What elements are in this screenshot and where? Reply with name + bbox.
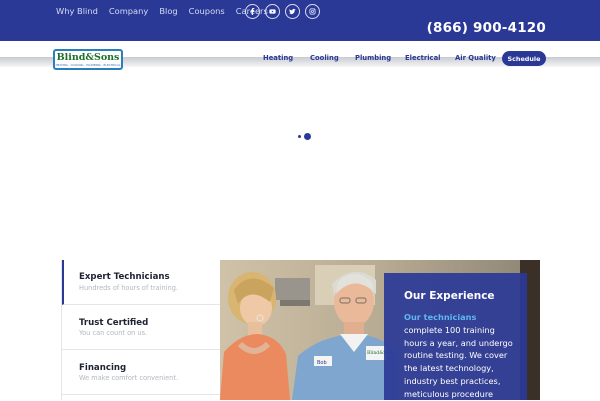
feature-title: Financing xyxy=(79,363,127,373)
feature-item-expert-technicians[interactable]: Expert Technicians Hundreds of hours of … xyxy=(62,260,220,305)
brand-logo[interactable]: Blind&Sons HEATING · COOLING · PLUMBING … xyxy=(53,49,123,70)
youtube-icon[interactable] xyxy=(265,4,280,19)
experience-text: Our technicians complete 100 training ho… xyxy=(404,311,522,401)
feature-title: Expert Technicians xyxy=(79,272,170,282)
top-nav-coupons[interactable]: Coupons xyxy=(189,6,225,18)
experience-line: the latest technology, xyxy=(404,363,494,374)
feature-subtitle: You can count on us. xyxy=(79,329,148,337)
feature-list: Expert Technicians Hundreds of hours of … xyxy=(61,260,220,400)
top-nav-company[interactable]: Company xyxy=(109,6,148,18)
experience-line: complete 100 training xyxy=(404,324,495,335)
logo-text: Blind&Sons xyxy=(56,51,120,63)
feature-title: Trust Certified xyxy=(79,318,149,328)
loading-indicator-dot xyxy=(298,135,301,138)
twitter-icon[interactable] xyxy=(285,4,300,19)
nav-cooling[interactable]: Cooling xyxy=(310,54,339,62)
feature-subtitle: Hundreds of hours of training. xyxy=(79,284,179,292)
feature-item-trust-certified[interactable]: Trust Certified You can count on us. xyxy=(62,305,220,350)
facebook-icon[interactable] xyxy=(245,4,260,19)
experience-line: meticulous procedure xyxy=(404,388,494,399)
nav-electrical[interactable]: Electrical xyxy=(405,54,441,62)
badge-name: Bob xyxy=(317,360,327,366)
experience-line: industry best practices, xyxy=(404,375,501,386)
top-nav-why-blind[interactable]: Why Blind xyxy=(56,6,98,18)
nav-heating[interactable]: Heating xyxy=(263,54,293,62)
loading-indicator-dot xyxy=(304,133,311,140)
experience-card: Our Experience Our technicians complete … xyxy=(384,273,527,400)
logo-tagline: HEATING · COOLING · PLUMBING · ELECTRICA… xyxy=(55,62,121,67)
top-nav-blog[interactable]: Blog xyxy=(159,6,177,18)
experience-line: hours a year, and undergo xyxy=(404,337,513,348)
instagram-icon[interactable] xyxy=(305,4,320,19)
feature-item-financing[interactable]: Financing We make comfort convenient. xyxy=(62,350,220,395)
experience-title: Our Experience xyxy=(404,290,495,302)
nav-air-quality[interactable]: Air Quality xyxy=(455,54,496,62)
feature-subtitle: We make comfort convenient. xyxy=(79,374,179,382)
experience-line: routine testing. We cover xyxy=(404,350,508,361)
experience-highlight: Our technicians xyxy=(404,312,477,322)
nav-plumbing[interactable]: Plumbing xyxy=(355,54,391,62)
schedule-button[interactable]: Schedule xyxy=(502,51,546,66)
phone-number[interactable]: (866) 900-4120 xyxy=(427,20,546,36)
